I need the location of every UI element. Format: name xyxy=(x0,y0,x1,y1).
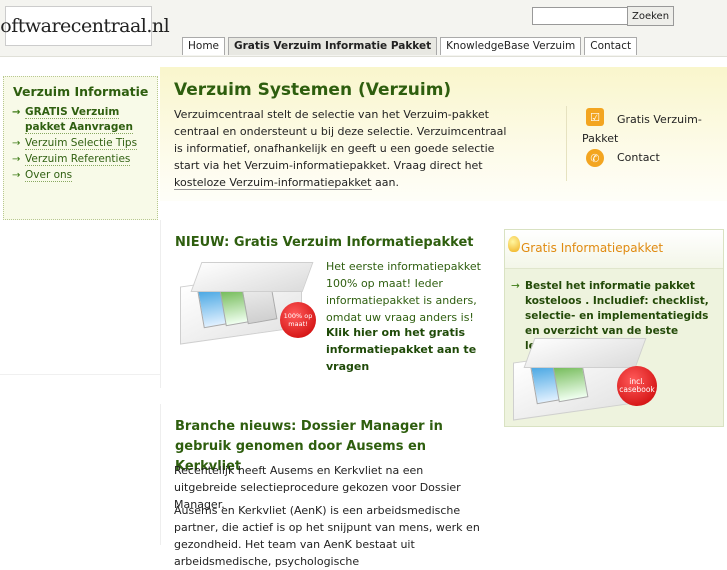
info-panel: Gratis Informatiepakket → Bestel het inf… xyxy=(504,229,724,427)
tab-gratis-verzuim-informatie-pakket[interactable]: Gratis Verzuim Informatie Pakket xyxy=(228,37,438,55)
search-button[interactable]: Zoeken xyxy=(627,6,675,26)
tab-home[interactable]: Home xyxy=(182,37,226,55)
sidebar-list: → GRATIS Verzuim pakket Aanvragen → Verz… xyxy=(4,105,157,183)
sidebar-item-label: Verzuim Referenties xyxy=(25,153,131,166)
tab-contact[interactable]: Contact xyxy=(584,37,638,55)
sidebar-item-verzuim-referenties[interactable]: → Verzuim Referenties xyxy=(12,152,157,167)
sidebar-item-gratis-verzuim-pakket[interactable]: → GRATIS Verzuim pakket Aanvragen xyxy=(12,105,157,135)
quicklink-contact[interactable]: Contact xyxy=(617,151,660,164)
main-nav: Home Gratis Verzuim Informatie Pakket Kn… xyxy=(182,37,638,55)
badge-incl-casebook: incl. casebook xyxy=(617,366,657,406)
site-logo[interactable]: Softwarecentraal.nl xyxy=(0,6,170,46)
info-panel-title: Gratis Informatiepakket xyxy=(521,241,664,255)
sidebar: Verzuim Informatie → GRATIS Verzuim pakk… xyxy=(3,76,158,220)
intro-text: Verzuimcentraal stelt de selectie van he… xyxy=(174,108,507,190)
lightbulb-icon xyxy=(508,236,520,252)
arrow-right-icon: → xyxy=(12,138,21,149)
left-divider xyxy=(0,374,160,375)
info-product-box-image[interactable]: incl. casebook xyxy=(513,338,657,421)
info-panel-header: Gratis Informatiepakket xyxy=(505,230,723,269)
header: Softwarecentraal.nl Zoeken Home Gratis V… xyxy=(0,0,727,57)
nieuw-text: Het eerste informatiepakket 100% op maat… xyxy=(326,260,481,324)
sidebar-title: Verzuim Informatie xyxy=(13,84,149,99)
arrow-right-icon: → xyxy=(12,170,21,181)
tab-knowledgebase-verzuim[interactable]: KnowledgeBase Verzuim xyxy=(440,37,582,55)
phone-icon: ✆ xyxy=(586,149,604,167)
page-title: Verzuim Systemen (Verzuim) xyxy=(174,80,452,100)
news-paragraph: Ausems en Kerkvliet (AenK) is een arbeid… xyxy=(174,504,480,568)
box-lid xyxy=(523,338,647,368)
sidebar-item-label: GRATIS Verzuim pakket Aanvragen xyxy=(25,106,133,134)
arrow-right-icon: → xyxy=(511,280,520,292)
search-input[interactable] xyxy=(532,7,628,25)
sidebar-item-label: Over ons xyxy=(25,169,73,182)
sidebar-item-over-ons[interactable]: → Over ons xyxy=(12,168,157,183)
badge-100-op-maat: 100% op maat! xyxy=(280,302,316,338)
nieuw-title: NIEUW: Gratis Verzuim Informatiepakket xyxy=(175,235,474,250)
quicklink-gratis-verzuim-pakket[interactable]: Gratis Verzuim-Pakket xyxy=(582,110,702,148)
vertical-divider xyxy=(566,106,567,181)
sidebar-item-label: Verzuim Selectie Tips xyxy=(25,137,138,150)
nieuw-cta-link[interactable]: Klik hier om het gratis informatiepakket… xyxy=(326,324,496,375)
sidebar-item-verzuim-selectie-tips[interactable]: → Verzuim Selectie Tips xyxy=(12,136,157,151)
box-lid xyxy=(190,262,314,292)
arrow-right-icon: → xyxy=(12,107,21,118)
product-box-image[interactable]: 100% op maat! xyxy=(180,262,320,345)
arrow-right-icon: → xyxy=(12,154,21,165)
kosteloze-informatiepakket-link[interactable]: kosteloze Verzuim-informatiepakket xyxy=(174,176,372,190)
